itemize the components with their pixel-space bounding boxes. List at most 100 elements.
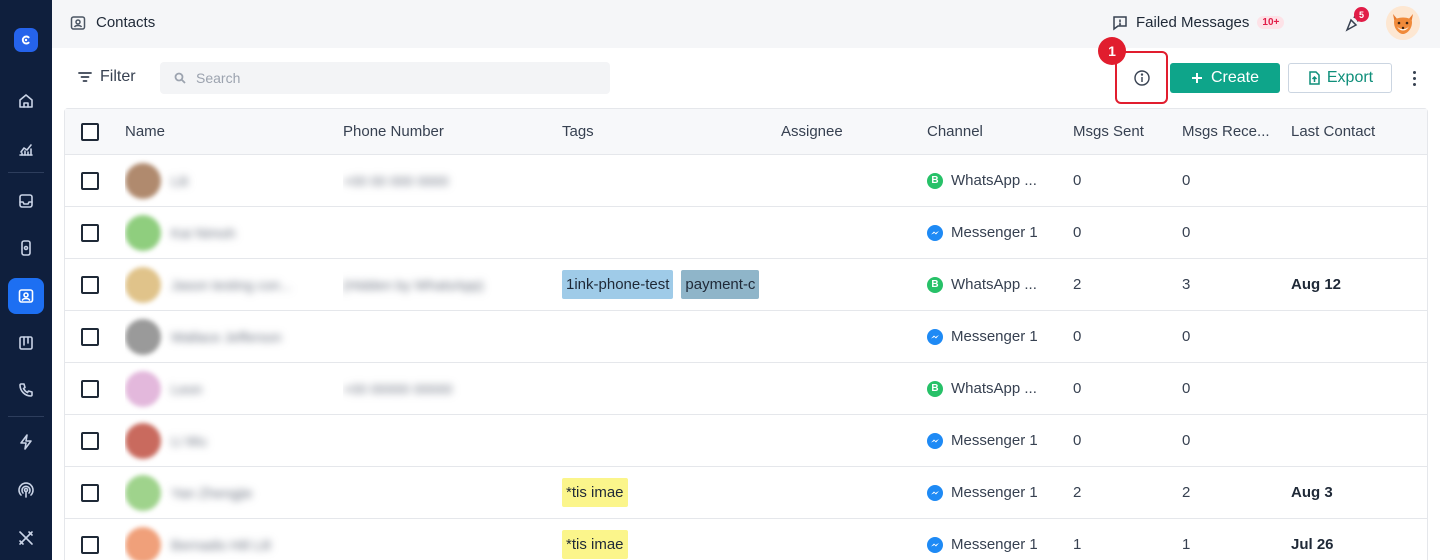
- contact-name[interactable]: Leon: [171, 381, 202, 397]
- column-header-msgs-sent[interactable]: Msgs Sent: [1073, 109, 1173, 154]
- sidebar-divider: [8, 172, 44, 173]
- nav-contacts[interactable]: [8, 278, 44, 314]
- page-header: Contacts: [70, 14, 155, 31]
- nav-inbox[interactable]: [8, 183, 44, 219]
- channel-name: Messenger 1: [951, 328, 1038, 345]
- create-button[interactable]: Create: [1170, 63, 1280, 93]
- row-checkbox[interactable]: [81, 275, 99, 294]
- search-box: [160, 62, 610, 94]
- nav-device[interactable]: [8, 230, 44, 266]
- contact-name[interactable]: Bernadis Hill Lill: [171, 537, 271, 553]
- whats-new-button[interactable]: 5: [1344, 7, 1369, 36]
- nav-automation[interactable]: [8, 424, 44, 460]
- column-header-name[interactable]: Name: [125, 109, 335, 154]
- nav-board[interactable]: [8, 325, 44, 361]
- contact-name[interactable]: Lili: [171, 173, 188, 189]
- column-header-last-contact[interactable]: Last Contact: [1291, 109, 1421, 154]
- step-badge: 1: [1098, 37, 1126, 65]
- phone-number: (Hidden by WhatsApp): [343, 276, 484, 293]
- row-checkbox[interactable]: [81, 431, 99, 450]
- sidebar: [0, 0, 52, 560]
- nav-home[interactable]: [8, 83, 44, 119]
- assignee: [781, 467, 911, 518]
- channel-name: Messenger 1: [951, 484, 1038, 501]
- tag-chip[interactable]: *tis imae: [562, 530, 628, 559]
- failed-messages-badge: 10+: [1257, 16, 1285, 29]
- last-contact: Jul 26: [1291, 536, 1334, 553]
- row-checkbox[interactable]: [81, 223, 99, 242]
- nav-analytics[interactable]: [8, 131, 44, 167]
- contact-name[interactable]: Li Wu: [171, 433, 207, 449]
- avatar: [125, 318, 161, 355]
- table-row[interactable]: Kai Nimoh Messenger 1 0 0: [65, 207, 1427, 259]
- nav-tools[interactable]: [8, 520, 44, 556]
- failed-messages-label: Failed Messages: [1136, 14, 1250, 31]
- page-title: Contacts: [96, 14, 156, 31]
- contact-name[interactable]: Yan Zhengjie: [171, 485, 252, 501]
- table-row[interactable]: Bernadis Hill Lill *tis imae Messenger 1 1 1…: [65, 519, 1427, 560]
- search-input[interactable]: [196, 70, 596, 86]
- contact-name[interactable]: Jason testing con...: [171, 277, 292, 293]
- assignee: [781, 363, 911, 414]
- row-checkbox[interactable]: [81, 327, 99, 346]
- select-all-checkbox[interactable]: [81, 122, 99, 141]
- table-row[interactable]: Yan Zhengjie *tis imae Messenger 1 2 2 Aug 3: [65, 467, 1427, 519]
- filter-button[interactable]: Filter: [78, 68, 136, 86]
- messenger-icon: [927, 432, 943, 449]
- broadcast-icon: [18, 482, 34, 498]
- row-checkbox[interactable]: [81, 379, 99, 398]
- msgs-received: 0: [1182, 432, 1191, 449]
- msgs-sent: 2: [1073, 276, 1082, 293]
- filter-icon: [78, 72, 92, 82]
- column-header-tags[interactable]: Tags: [562, 109, 772, 154]
- phone-icon: [19, 383, 33, 397]
- table-row[interactable]: Wallace Jefferson Messenger 1 0 0: [65, 311, 1427, 363]
- sidebar-divider: [8, 416, 44, 417]
- avatar: [125, 266, 161, 303]
- column-header-msgs-received[interactable]: Msgs Rece...: [1182, 109, 1282, 154]
- tag-chip[interactable]: payment-c: [681, 270, 760, 299]
- inbox-icon: [19, 194, 33, 208]
- table-row[interactable]: Lili +00 00 000 0000 B WhatsApp ... 0 0: [65, 155, 1427, 207]
- plus-icon: [1191, 73, 1202, 83]
- assignee: [781, 311, 911, 362]
- msgs-sent: 0: [1073, 432, 1082, 449]
- channel-name: WhatsApp ...: [951, 380, 1037, 397]
- nav-calls[interactable]: [8, 372, 44, 408]
- app-logo[interactable]: [14, 28, 38, 52]
- assignee: [781, 259, 911, 310]
- assignee: [781, 519, 911, 560]
- column-header-assignee[interactable]: Assignee: [781, 109, 911, 154]
- avatar: [125, 422, 161, 459]
- export-label: Export: [1326, 69, 1374, 86]
- user-avatar[interactable]: [1386, 6, 1420, 40]
- column-header-phone[interactable]: Phone Number: [343, 109, 553, 154]
- failed-messages-link[interactable]: Failed Messages 10+: [1112, 14, 1285, 31]
- contact-name[interactable]: Kai Nimoh: [171, 225, 236, 241]
- last-contact: [1291, 311, 1421, 362]
- table-header: Name Phone Number Tags Assignee Channel …: [65, 109, 1427, 155]
- last-contact: [1291, 155, 1421, 206]
- msgs-received: 0: [1182, 328, 1191, 345]
- assignee: [781, 415, 911, 466]
- contacts-panel: Filter 1 Create Export Name Phone Num: [52, 37, 1440, 560]
- table-row[interactable]: Jason testing con... (Hidden by WhatsApp)…: [65, 259, 1427, 311]
- nav-broadcast[interactable]: [8, 472, 44, 508]
- msgs-sent: 1: [1073, 536, 1082, 553]
- row-checkbox[interactable]: [81, 171, 99, 190]
- row-checkbox[interactable]: [81, 535, 99, 554]
- export-button[interactable]: Export: [1288, 63, 1392, 93]
- avatar: [125, 526, 161, 560]
- avatar: [125, 162, 161, 199]
- msgs-sent: 2: [1073, 484, 1082, 501]
- tag-chip[interactable]: 1ink-phone-test: [562, 270, 674, 299]
- table-row[interactable]: Leon +00 00000 00000 B WhatsApp ... 0 0: [65, 363, 1427, 415]
- column-header-channel[interactable]: Channel: [927, 109, 1067, 154]
- tag-chip[interactable]: *tis imae: [562, 478, 628, 507]
- more-options-button[interactable]: [1406, 68, 1422, 88]
- row-checkbox[interactable]: [81, 483, 99, 502]
- table-row[interactable]: Li Wu Messenger 1 0 0: [65, 415, 1427, 467]
- contact-name[interactable]: Wallace Jefferson: [171, 329, 282, 345]
- channel-name: Messenger 1: [951, 432, 1038, 449]
- home-icon: [19, 94, 33, 108]
